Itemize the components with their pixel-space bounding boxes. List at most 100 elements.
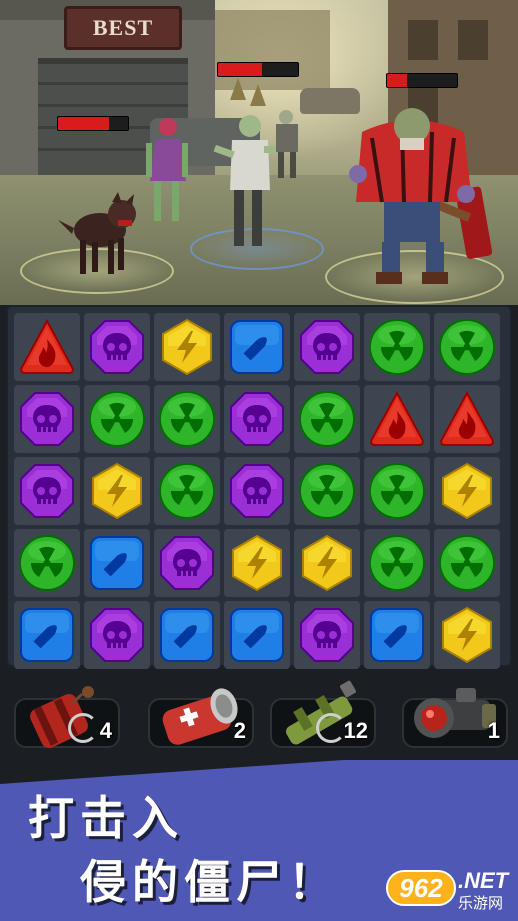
scope-count: 1 [487, 718, 500, 743]
board-cell[interactable] [224, 313, 290, 381]
enemy-health-bar [217, 62, 299, 77]
board-cell[interactable] [14, 601, 80, 669]
board-cell[interactable] [14, 457, 80, 525]
enemy-health-bar [57, 116, 129, 131]
radiation-gem-icon [159, 463, 215, 519]
enemy-health-bar [386, 73, 458, 88]
lightning-gem-icon [92, 462, 142, 520]
zombie-dog[interactable] [52, 190, 147, 280]
radiation-gem-icon [439, 319, 495, 375]
grenade-count: 12 [343, 718, 368, 743]
battle-scene: BEST CARS [0, 0, 518, 305]
board-cell[interactable] [84, 385, 150, 453]
board-cell[interactable] [84, 601, 150, 669]
store-sign: BEST CARS [64, 6, 182, 78]
board-cell[interactable] [434, 601, 500, 669]
grenade-item[interactable]: 12 [270, 680, 376, 748]
zombie-woman [146, 118, 188, 221]
board-cell[interactable] [14, 385, 80, 453]
skull-gem-icon [300, 608, 354, 662]
scope-item[interactable]: 1 [402, 688, 508, 748]
health-fill [218, 63, 262, 76]
medkit-item[interactable]: 2 [148, 688, 254, 748]
board-cell[interactable] [84, 529, 150, 597]
board-cell[interactable] [434, 313, 500, 381]
boost-items-bar: 4 2 12 1 [0, 672, 518, 760]
board-cell[interactable] [224, 601, 290, 669]
skull-gem-icon [20, 392, 74, 446]
radiation-gem-icon [369, 463, 425, 519]
board-cell[interactable] [154, 385, 220, 453]
lightning-gem-icon [232, 534, 282, 592]
zombie-lumberjack-boss[interactable] [342, 98, 492, 288]
fire-gem-icon [19, 318, 75, 374]
medkit-count: 2 [233, 718, 246, 743]
radiation-gem-icon [19, 535, 75, 591]
background-building [210, 10, 330, 90]
board-cell[interactable] [154, 313, 220, 381]
board-cell[interactable] [154, 529, 220, 597]
lightning-gem-icon [442, 606, 492, 664]
skull-gem-icon [160, 536, 214, 590]
board-cell[interactable] [364, 457, 430, 525]
radiation-gem-icon [369, 319, 425, 375]
board-cell[interactable] [434, 457, 500, 525]
radiation-gem-icon [439, 535, 495, 591]
skull-gem-icon [20, 464, 74, 518]
board-cell[interactable] [14, 313, 80, 381]
board-cell[interactable] [364, 313, 430, 381]
radiation-gem-icon [159, 391, 215, 447]
skull-gem-icon [90, 320, 144, 374]
dynamite-item[interactable]: 4 [14, 686, 120, 748]
health-fill [58, 117, 110, 130]
board-cell[interactable] [364, 385, 430, 453]
board-cell[interactable] [14, 529, 80, 597]
board-cell[interactable] [364, 601, 430, 669]
health-fill [387, 74, 407, 87]
gem-grid [14, 313, 500, 669]
fire-gem-icon [439, 390, 495, 446]
dynamite-count: 4 [99, 718, 112, 743]
board-cell[interactable] [434, 385, 500, 453]
zombie-background [276, 110, 298, 178]
lightning-gem-icon [302, 534, 352, 592]
banner-title-line2: 侵的僵尸！ [80, 855, 340, 909]
board-cell[interactable] [224, 457, 290, 525]
skull-gem-icon [230, 392, 284, 446]
bullet-gem-icon [370, 608, 424, 662]
board-cell[interactable] [224, 385, 290, 453]
skull-gem-icon [90, 608, 144, 662]
watermark-badge: 962 [386, 870, 456, 906]
board-cell[interactable] [154, 601, 220, 669]
skull-gem-icon [300, 320, 354, 374]
bullet-gem-icon [20, 608, 74, 662]
bullet-gem-icon [90, 536, 144, 590]
barrier [250, 84, 266, 106]
match3-board [6, 305, 512, 669]
watermark-suffix: .NET [458, 868, 509, 893]
board-cell[interactable] [154, 457, 220, 525]
bullet-gem-icon [230, 608, 284, 662]
skull-gem-icon [230, 464, 284, 518]
board-cell[interactable] [84, 457, 150, 525]
board-cell[interactable] [294, 313, 360, 381]
bullet-gem-icon [230, 320, 284, 374]
radiation-gem-icon [299, 391, 355, 447]
board-cell[interactable] [364, 529, 430, 597]
board-cell[interactable] [294, 529, 360, 597]
board-cell[interactable] [294, 385, 360, 453]
radiation-gem-icon [299, 463, 355, 519]
radiation-gem-icon [369, 535, 425, 591]
board-cell[interactable] [434, 529, 500, 597]
board-cell[interactable] [294, 457, 360, 525]
lightning-gem-icon [442, 462, 492, 520]
board-cell[interactable] [224, 529, 290, 597]
board-cell[interactable] [84, 313, 150, 381]
watermark-logo: 962 .NET 乐游网 [378, 862, 518, 921]
banner-title-line1: 打击入 [28, 791, 184, 845]
board-cell[interactable] [294, 601, 360, 669]
barrier [230, 78, 246, 100]
bullet-gem-icon [160, 608, 214, 662]
radiation-gem-icon [89, 391, 145, 447]
lightning-gem-icon [162, 318, 212, 376]
